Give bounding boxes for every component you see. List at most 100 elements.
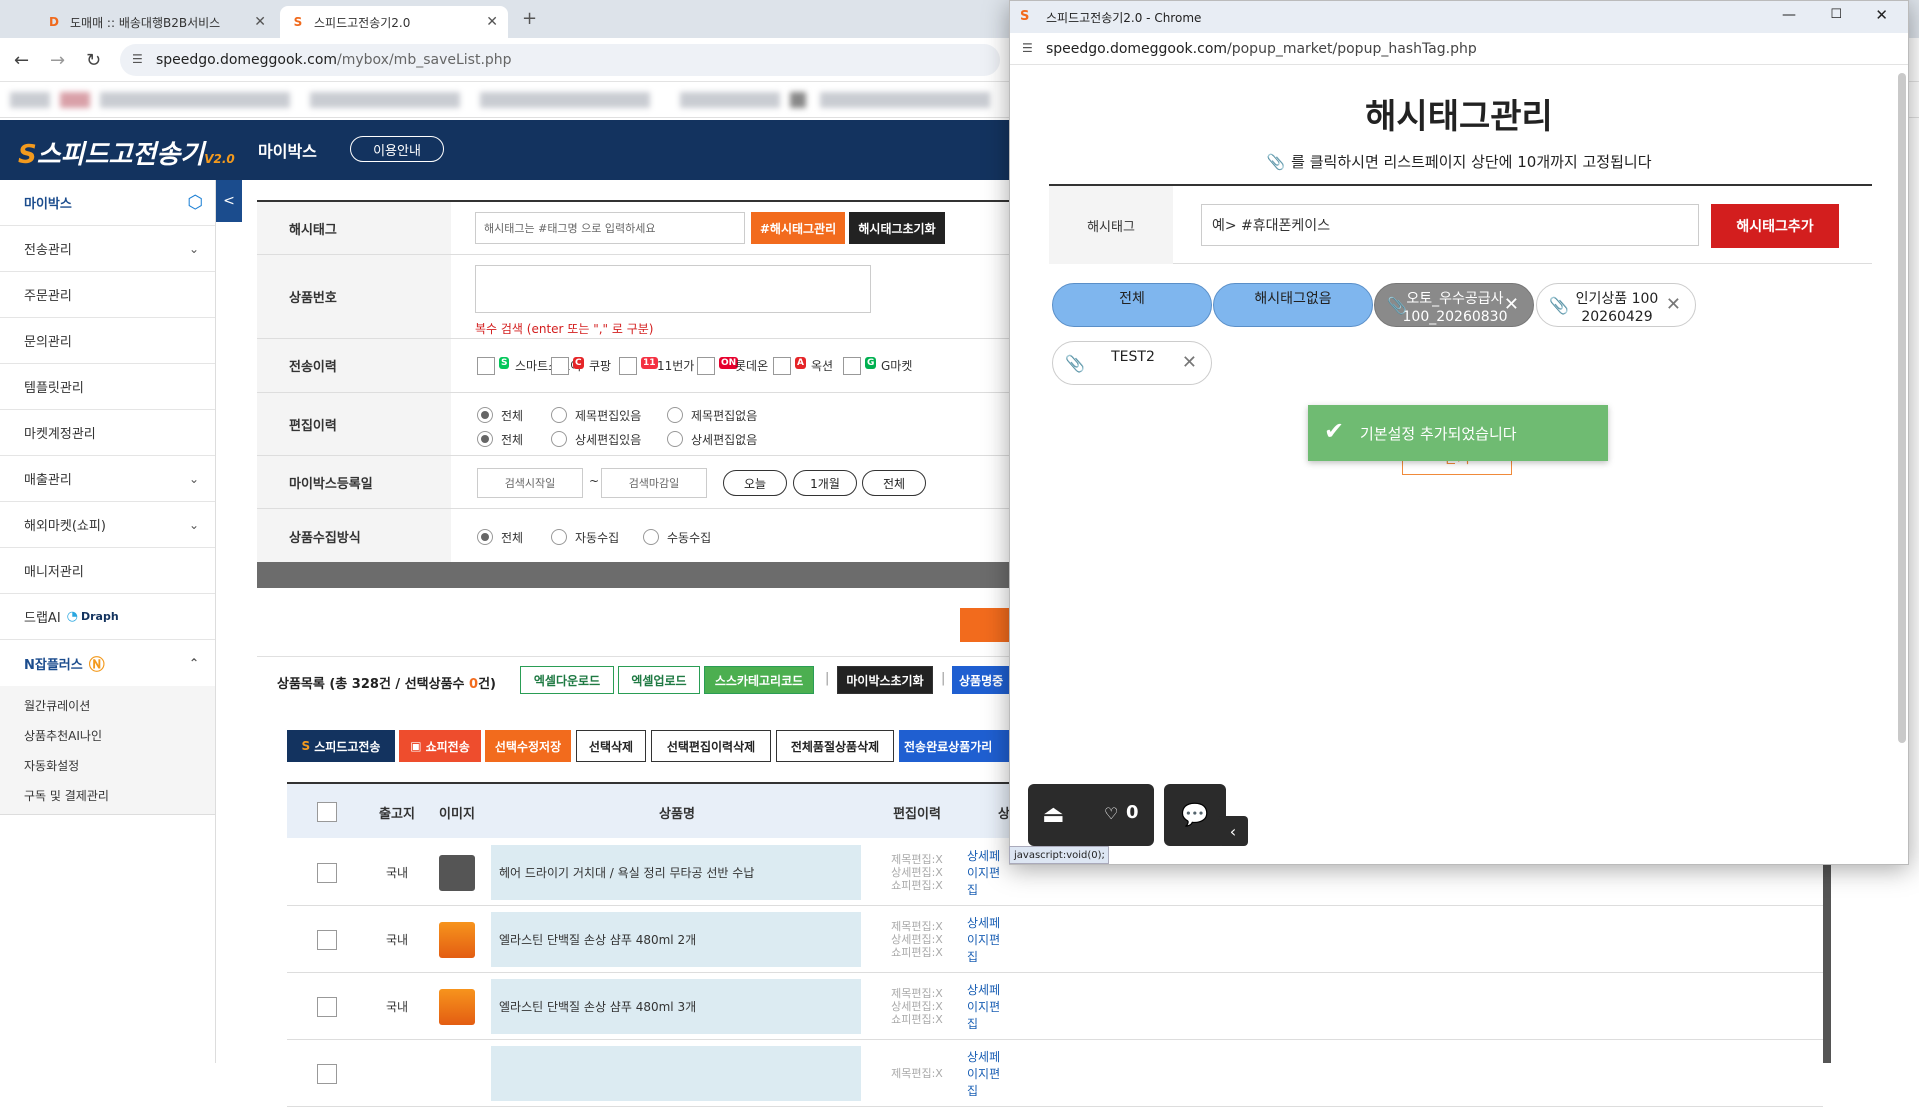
shopee-send-button[interactable]: ▣ 쇼피전송: [399, 730, 481, 762]
detail-edit-link[interactable]: 상세페이지편집: [967, 847, 1010, 898]
tab-close-icon[interactable]: ✕: [254, 14, 266, 30]
site-info-icon[interactable]: ☰: [132, 52, 143, 66]
excel-upload-button[interactable]: 엑셀업로드: [618, 666, 700, 694]
market-checkbox[interactable]: [697, 357, 715, 375]
product-name-cell[interactable]: [491, 1046, 861, 1101]
hashtag-pill[interactable]: 해시태그없음: [1213, 283, 1373, 327]
hashtag-input[interactable]: 예> #휴대폰케이스: [1201, 204, 1699, 246]
excel-download-button[interactable]: 엑셀다운로드: [520, 666, 614, 694]
bookmark-blurred[interactable]: [820, 92, 990, 108]
sidebar-item-njob[interactable]: N잡플러스 Ⓝ ⌃: [0, 640, 215, 686]
bookmark-blurred[interactable]: [680, 92, 780, 108]
sidebar-item-managers[interactable]: 매니저관리: [0, 548, 215, 594]
product-name-button[interactable]: 상품명중: [952, 666, 1010, 694]
bookmark-blurred[interactable]: [10, 92, 50, 108]
sidebar-sub-curation[interactable]: 월간큐레이션: [0, 690, 215, 720]
product-thumbnail[interactable]: [439, 854, 475, 891]
select-all-checkbox[interactable]: [317, 802, 337, 822]
speedgo-send-button[interactable]: S 스피드고전송: [287, 730, 395, 762]
sidebar-item-overseas[interactable]: 해외마켓(쇼피) ⌄: [0, 502, 215, 548]
hashtag-add-button[interactable]: 해시태그추가: [1711, 204, 1839, 248]
sidebar-item-draph[interactable]: 드랩AI ◔ Draph: [0, 594, 215, 640]
url-field[interactable]: ☰ speedgo.domeggook.com/mybox/mb_saveLis…: [120, 44, 1000, 76]
radio-collect-manual[interactable]: [643, 529, 659, 545]
bookmark-blurred[interactable]: [100, 92, 290, 108]
hide-sent-button[interactable]: 전송완료상품가리: [899, 730, 1010, 762]
save-selected-button[interactable]: 선택수정저장: [485, 730, 571, 762]
usage-guide-button[interactable]: 이용안내: [350, 136, 444, 162]
product-name-cell[interactable]: 엘라스틴 단백질 손상 샴푸 480ml 2개: [491, 912, 861, 967]
detail-edit-link[interactable]: 상세페이지편집: [967, 981, 1010, 1032]
market-checkbox[interactable]: [773, 357, 791, 375]
product-number-input[interactable]: [475, 265, 871, 313]
market-checkbox[interactable]: [551, 357, 569, 375]
bookmark-blurred[interactable]: [790, 92, 806, 108]
bookmark-blurred[interactable]: [310, 92, 460, 108]
popup-url-bar[interactable]: ☰ speedgo.domeggook.com/popup_market/pop…: [1010, 33, 1908, 65]
sidebar-sub-automation[interactable]: 자동화설정: [0, 750, 215, 780]
product-name-cell[interactable]: 헤어 드라이기 거치대 / 욕실 정리 무타공 선반 수납: [491, 845, 861, 900]
sidebar-sub-ai-nine[interactable]: 상품추천AI나인: [0, 720, 215, 750]
heart-icon[interactable]: ♡: [1104, 804, 1118, 823]
minimize-icon[interactable]: —: [1782, 7, 1796, 23]
tab-close-icon[interactable]: ✕: [486, 14, 498, 30]
hashtag-reset-button[interactable]: 해시태그초기화: [849, 212, 945, 244]
hashtag-pill[interactable]: 전체: [1052, 283, 1212, 327]
sidebar-item-send[interactable]: 전송관리 ⌄: [0, 226, 215, 272]
tab-speedgo[interactable]: S 스피드고전송기2.0 ✕: [280, 6, 508, 38]
widget-collapse-arrow[interactable]: ‹: [1218, 816, 1248, 846]
site-info-icon[interactable]: ☰: [1022, 41, 1033, 55]
sidebar-item-orders[interactable]: 주문관리: [0, 272, 215, 318]
sidebar-item-inquiries[interactable]: 문의관리: [0, 318, 215, 364]
reload-icon[interactable]: ↻: [86, 50, 101, 71]
chat-widget-button[interactable]: 💬: [1164, 784, 1226, 846]
site-logo[interactable]: S스피드고전송기V2.0: [18, 134, 235, 171]
date-all-button[interactable]: 전체: [862, 470, 926, 496]
mybox-reset-button[interactable]: 마이박스초기화: [837, 666, 933, 694]
date-start-input[interactable]: 검색시작일: [477, 468, 583, 498]
scroll-top-icon[interactable]: ⏏: [1042, 800, 1065, 828]
bookmark-blurred[interactable]: [60, 92, 90, 108]
paperclip-icon[interactable]: 📎: [1065, 354, 1085, 373]
remove-hashtag-icon[interactable]: ✕: [1666, 294, 1681, 315]
row-checkbox[interactable]: [317, 996, 337, 1017]
market-checkbox[interactable]: [619, 357, 637, 375]
remove-hashtag-icon[interactable]: ✕: [1504, 294, 1519, 315]
radio-collect-all[interactable]: [477, 529, 493, 545]
detail-edit-link[interactable]: 상세페이지편집: [967, 914, 1010, 965]
radio-collect-auto[interactable]: [551, 529, 567, 545]
ss-category-code-button[interactable]: 스스카테고리코드: [704, 666, 814, 694]
date-1month-button[interactable]: 1개월: [793, 470, 857, 496]
search-button-partial[interactable]: [960, 608, 1010, 642]
sidebar-item-sales[interactable]: 매출관리 ⌄: [0, 456, 215, 502]
paperclip-icon[interactable]: 📎: [1549, 296, 1569, 315]
radio-detail-all[interactable]: [477, 431, 493, 447]
date-today-button[interactable]: 오늘: [723, 470, 787, 496]
delete-soldout-button[interactable]: 전체품절상품삭제: [776, 730, 894, 762]
sidebar-item-mybox[interactable]: 마이박스 ⬡: [0, 180, 215, 226]
radio-detail-edited[interactable]: [551, 431, 567, 447]
radio-detail-not-edited[interactable]: [667, 431, 683, 447]
sidebar-sub-billing[interactable]: 구독 및 결제관리: [0, 780, 215, 810]
forward-icon[interactable]: →: [50, 50, 65, 71]
product-thumbnail[interactable]: [439, 988, 475, 1025]
new-tab-button[interactable]: +: [522, 8, 537, 29]
market-checkbox[interactable]: [477, 357, 495, 375]
hashtag-search-input[interactable]: 해시태그는 #태그명 으로 입력하세요: [475, 212, 745, 244]
radio-title-edited[interactable]: [551, 407, 567, 423]
market-checkbox[interactable]: [843, 357, 861, 375]
date-end-input[interactable]: 검색마감일: [601, 468, 707, 498]
sidebar-item-templates[interactable]: 템플릿관리: [0, 364, 215, 410]
tab-domeme[interactable]: D 도매매 :: 배송대행B2B서비스 ✕: [36, 6, 276, 38]
popup-scrollbar[interactable]: [1898, 73, 1906, 743]
sidebar-item-market-accounts[interactable]: 마켓계정관리: [0, 410, 215, 456]
radio-title-all[interactable]: [477, 407, 493, 423]
paperclip-icon[interactable]: 📎: [1387, 296, 1407, 315]
hashtag-manage-button[interactable]: #해시태그관리: [751, 212, 845, 244]
bookmark-blurred[interactable]: [480, 92, 650, 108]
product-thumbnail[interactable]: [439, 921, 475, 958]
hashtag-pill[interactable]: 📎 오토_우수공급사 100_20260830 ✕: [1374, 283, 1534, 327]
hashtag-pill[interactable]: 📎 TEST2 ✕: [1052, 341, 1212, 385]
sidebar-collapse-button[interactable]: <: [216, 180, 242, 222]
maximize-icon[interactable]: ☐: [1830, 7, 1842, 22]
